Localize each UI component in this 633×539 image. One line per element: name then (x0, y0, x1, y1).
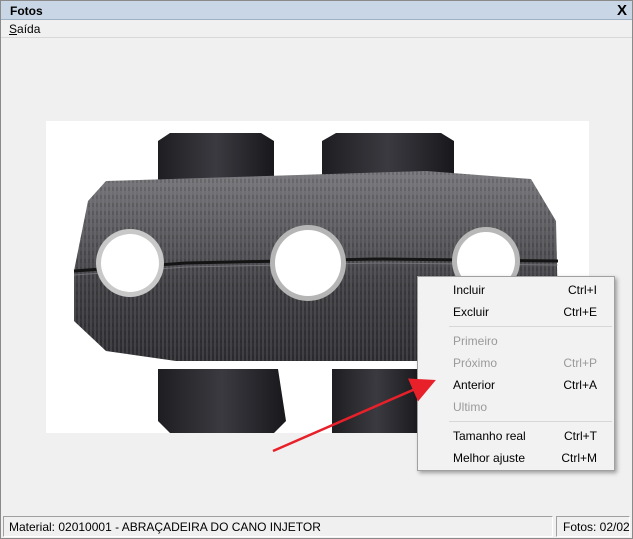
status-photo-count: Fotos: 02/02 (556, 516, 630, 537)
menu-item-tamanho-real[interactable]: Tamanho real Ctrl+T (420, 425, 612, 447)
menu-item-primeiro[interactable]: Primeiro (420, 330, 612, 352)
menu-item-label: Ultimo (453, 400, 488, 414)
menu-saida-mnemonic: S (9, 22, 18, 36)
menu-saida[interactable]: Saída (9, 22, 40, 36)
photos-window: Fotos X Saída Material: 02010001 - ABRAÇ… (0, 0, 633, 539)
status-bar: Material: 02010001 - ABRAÇADEIRA DO CANO… (1, 515, 632, 538)
menu-separator (449, 326, 612, 327)
close-icon[interactable]: X (614, 2, 630, 19)
menu-item-anterior[interactable]: Anterior Ctrl+A (420, 374, 612, 396)
menu-item-proximo[interactable]: Próximo Ctrl+P (420, 352, 612, 374)
menu-item-shortcut: Ctrl+E (563, 305, 597, 319)
menu-item-shortcut: Ctrl+P (563, 356, 597, 370)
menu-bar: Saída (1, 20, 632, 38)
window-title: Fotos (10, 4, 43, 18)
menu-item-label: Incluir (453, 283, 486, 297)
menu-item-excluir[interactable]: Excluir Ctrl+E (420, 301, 612, 323)
menu-item-shortcut: Ctrl+T (564, 429, 597, 443)
menu-item-label: Tamanho real (453, 429, 526, 443)
menu-item-melhor-ajuste[interactable]: Melhor ajuste Ctrl+M (420, 447, 612, 469)
menu-item-label: Anterior (453, 378, 496, 392)
menu-item-label: Próximo (453, 356, 498, 370)
menu-item-incluir[interactable]: Incluir Ctrl+I (420, 279, 612, 301)
menu-item-label: Melhor ajuste (453, 451, 526, 465)
menu-separator (449, 421, 612, 422)
status-material: Material: 02010001 - ABRAÇADEIRA DO CANO… (3, 516, 553, 537)
menu-item-ultimo[interactable]: Ultimo (420, 396, 612, 418)
menu-item-label: Excluir (453, 305, 490, 319)
title-bar: Fotos X (1, 1, 632, 20)
menu-saida-label: aída (17, 22, 41, 36)
menu-item-shortcut: Ctrl+M (561, 451, 597, 465)
menu-item-shortcut: Ctrl+A (563, 378, 597, 392)
menu-item-shortcut: Ctrl+I (567, 283, 597, 297)
context-menu: Incluir Ctrl+I Excluir Ctrl+E Primeiro P… (417, 276, 615, 471)
menu-item-label: Primeiro (453, 334, 498, 348)
